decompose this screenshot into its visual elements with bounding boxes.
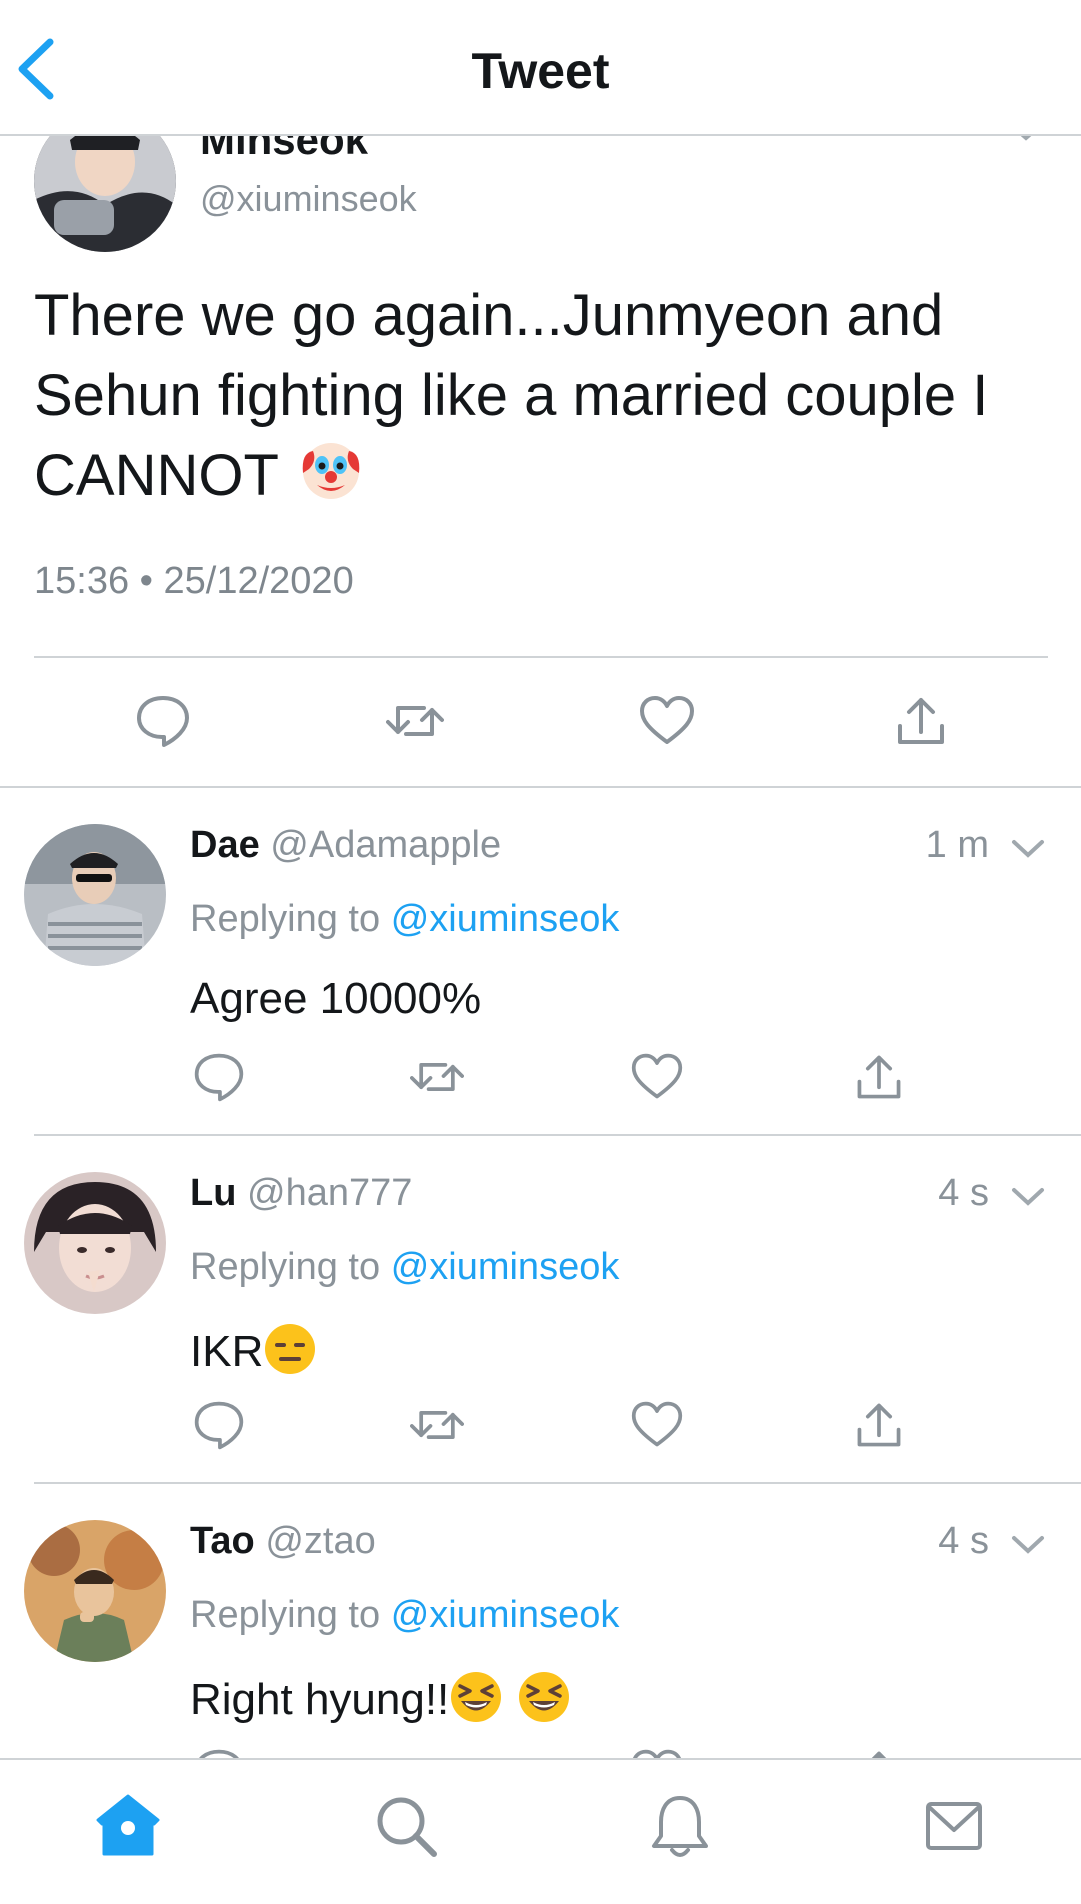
reply-header: Tao @ztao	[190, 1520, 376, 1563]
share-icon[interactable]	[852, 1050, 906, 1104]
retweet-icon[interactable]	[410, 1050, 464, 1104]
reply-tweet[interactable]: Tao @ztao 4 s Replying to @xiuminseok Ri…	[0, 1484, 1081, 1798]
retweet-icon[interactable]	[410, 1398, 464, 1452]
retweet-icon[interactable]	[386, 692, 444, 750]
chevron-down-icon[interactable]	[1010, 838, 1046, 860]
display-name[interactable]: Dae	[190, 824, 260, 866]
replying-to: Replying to @xiuminseok	[190, 1594, 619, 1637]
reply-header: Lu @han777	[190, 1172, 412, 1215]
replying-label: Replying to	[190, 1594, 381, 1636]
chevron-down-icon[interactable]	[1010, 1534, 1046, 1556]
tab-bar	[0, 1758, 1081, 1904]
avatar[interactable]	[24, 1520, 166, 1662]
tweet-timestamp: 15:36 • 25/12/2020	[34, 560, 354, 602]
tweet-body: There we go again...Junmyeon and Sehun f…	[34, 283, 989, 508]
expressionless-face-icon	[265, 1324, 316, 1374]
replying-to: Replying to @xiuminseok	[190, 898, 619, 941]
handle[interactable]: @ztao	[265, 1520, 375, 1562]
nav-header: Tweet	[0, 0, 1081, 136]
reply-time: 4 s	[938, 1520, 989, 1562]
chevron-down-icon[interactable]	[1010, 1186, 1046, 1208]
grinning-squinting-face-icon	[519, 1672, 570, 1722]
home-icon[interactable]	[92, 1790, 164, 1862]
messages-icon[interactable]	[918, 1790, 990, 1862]
grinning-squinting-face-icon	[451, 1672, 502, 1722]
reply-text: IKR	[190, 1322, 317, 1377]
share-icon[interactable]	[852, 1398, 906, 1452]
replying-to: Replying to @xiuminseok	[190, 1246, 619, 1289]
replying-label: Replying to	[190, 1246, 381, 1288]
reply-tweet[interactable]: Dae @Adamapple 1 m Replying to @xiuminse…	[0, 788, 1081, 1136]
tweet-text: There we go again...Junmyeon and Sehun f…	[34, 276, 1054, 516]
reply-header: Dae @Adamapple	[190, 824, 501, 867]
search-icon[interactable]	[370, 1790, 442, 1862]
mention-link[interactable]: @xiuminseok	[391, 898, 620, 940]
reply-icon[interactable]	[134, 692, 192, 750]
replying-label: Replying to	[190, 898, 381, 940]
notifications-icon[interactable]	[644, 1790, 716, 1862]
reply-body: Right hyung!!	[190, 1675, 450, 1724]
reply-time: 1 m	[925, 824, 989, 866]
like-icon[interactable]	[630, 1050, 684, 1104]
divider	[34, 656, 1048, 658]
reply-icon[interactable]	[192, 1050, 246, 1104]
mention-link[interactable]: @xiuminseok	[391, 1594, 620, 1636]
clown-face-icon	[302, 443, 360, 499]
reply-icon[interactable]	[192, 1398, 246, 1452]
handle[interactable]: @Adamapple	[270, 824, 501, 866]
page-title: Tweet	[471, 43, 610, 99]
handle[interactable]: @han777	[247, 1172, 412, 1214]
reply-time: 4 s	[938, 1172, 989, 1214]
reply-body: IKR	[190, 1327, 264, 1376]
reply-text: Agree 10000%	[190, 974, 481, 1024]
reply-body: Agree 10000%	[190, 974, 482, 1023]
like-icon[interactable]	[630, 1398, 684, 1452]
share-icon[interactable]	[892, 692, 950, 750]
display-name[interactable]: Lu	[190, 1172, 236, 1214]
avatar[interactable]	[24, 824, 166, 966]
avatar[interactable]	[24, 1172, 166, 1314]
display-name[interactable]: Tao	[190, 1520, 255, 1562]
handle[interactable]: @xiuminseok	[200, 178, 417, 220]
reply-text: Right hyung!!	[190, 1670, 571, 1725]
reply-tweet[interactable]: Lu @han777 4 s Replying to @xiuminseok I…	[0, 1136, 1081, 1484]
like-icon[interactable]	[638, 692, 696, 750]
mention-link[interactable]: @xiuminseok	[391, 1246, 620, 1288]
